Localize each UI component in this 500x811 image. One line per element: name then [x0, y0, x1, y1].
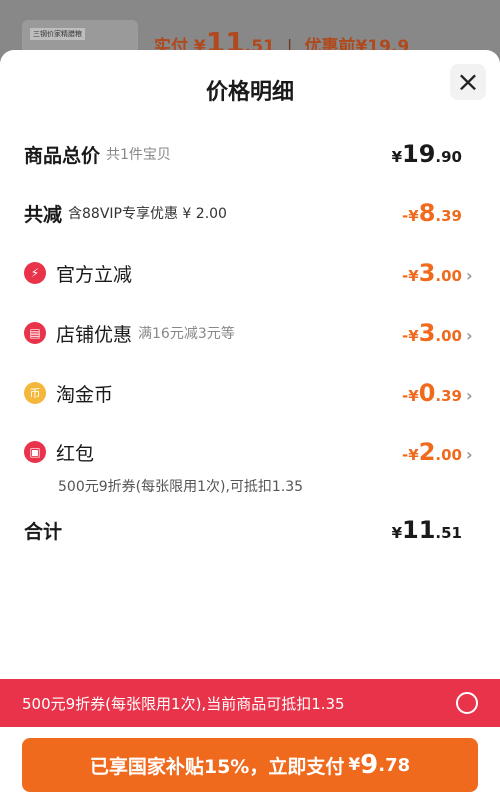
currency: -¥	[402, 267, 419, 285]
chevron-right-icon: ›	[466, 266, 473, 285]
currency: -¥	[402, 207, 419, 225]
coin-icon: 币	[24, 382, 46, 404]
amount-dec: .00	[435, 327, 462, 345]
row-official-discount[interactable]: ⚡ 官方立减 -¥ 3.00 ›	[24, 258, 476, 288]
official-discount-label: 官方立减	[56, 263, 133, 286]
chevron-right-icon: ›	[466, 445, 473, 464]
total-discount-label: 共减	[24, 203, 63, 226]
amount-dec: .39	[435, 387, 462, 405]
chevron-right-icon: ›	[466, 326, 473, 345]
currency: ¥	[391, 148, 403, 166]
amount-int: 3	[418, 259, 436, 287]
lightning-icon: ⚡	[24, 262, 46, 284]
coupon-text: 500元9折券(每张限用1次),当前商品可抵扣1.35	[22, 694, 345, 713]
close-button[interactable]: ×	[450, 64, 486, 100]
currency: -¥	[402, 327, 419, 345]
row-red-packet[interactable]: ▣ 红包 -¥ 2.00 ›	[24, 437, 476, 467]
red-packet-amount: -¥ 2.00 ›	[402, 438, 476, 466]
price-detail-sheet: 价格明细 × 商品总价 共1件宝贝 ¥19.90 共减 含88VIP专享优惠 ¥…	[0, 50, 500, 811]
pay-amount-int: 9	[360, 750, 379, 780]
amount-int: 0	[418, 379, 436, 407]
row-total-price: 商品总价 共1件宝贝 ¥19.90	[24, 139, 476, 169]
red-packet-note: 500元9折券(每张限用1次),可抵扣1.35	[58, 479, 304, 495]
amount-int: 11	[402, 516, 436, 544]
store-icon: ▤	[24, 322, 46, 344]
red-packet-label: 红包	[56, 442, 95, 465]
row-store-discount[interactable]: ▤ 店铺优惠 满16元减3元等 -¥ 3.00 ›	[24, 318, 476, 348]
row-tao-coins[interactable]: 币 淘金币 -¥ 0.39 ›	[24, 378, 476, 408]
sum-label: 合计	[24, 520, 63, 543]
currency: -¥	[402, 446, 419, 464]
amount-int: 8	[418, 199, 436, 227]
currency: ¥	[391, 524, 403, 542]
thumbnail-label: 三钢价家精腊粮	[30, 28, 85, 40]
store-discount-amount: -¥ 3.00 ›	[402, 319, 476, 347]
tao-coins-label: 淘金币	[56, 383, 114, 406]
coupon-bar[interactable]: 500元9折券(每张限用1次),当前商品可抵扣1.35	[0, 679, 500, 727]
store-discount-label: 店铺优惠	[56, 323, 133, 346]
amount-dec: .39	[435, 207, 462, 225]
pay-button[interactable]: 已享国家补贴15%，立即支付 ¥9.78	[22, 738, 478, 792]
sum-amount: ¥11.51	[392, 516, 476, 544]
row-total-discount: 共减 含88VIP专享优惠 ¥ 2.00 -¥ 8.39	[24, 198, 476, 228]
sheet-title: 价格明细	[205, 80, 294, 105]
row-sum: 合计 ¥11.51	[24, 515, 476, 545]
currency: -¥	[402, 387, 419, 405]
total-price-label: 商品总价	[24, 144, 101, 167]
amount-dec: .00	[435, 267, 462, 285]
coupon-radio[interactable]	[456, 692, 478, 714]
pay-button-label: 已享国家补贴15%，立即支付	[89, 755, 345, 778]
pay-currency: ¥	[348, 755, 361, 775]
pay-amount-dec: .78	[378, 754, 411, 776]
store-discount-note: 满16元减3元等	[138, 326, 235, 342]
close-icon: ×	[456, 65, 480, 98]
red-packet-icon: ▣	[24, 441, 46, 463]
amount-dec: .90	[435, 148, 462, 166]
amount-int: 3	[418, 319, 436, 347]
item-count: 共1件宝贝	[106, 147, 171, 163]
vip-discount-note: 含88VIP专享优惠 ¥ 2.00	[68, 206, 227, 222]
official-discount-amount: -¥ 3.00 ›	[402, 259, 476, 287]
total-discount-amount: -¥ 8.39	[402, 199, 476, 227]
amount-int: 19	[402, 140, 436, 168]
amount-dec: .51	[435, 524, 462, 542]
amount-dec: .00	[435, 446, 462, 464]
amount-int: 2	[418, 438, 436, 466]
tao-coins-amount: -¥ 0.39 ›	[402, 379, 476, 407]
total-price-amount: ¥19.90	[392, 140, 476, 168]
chevron-right-icon: ›	[466, 386, 473, 405]
